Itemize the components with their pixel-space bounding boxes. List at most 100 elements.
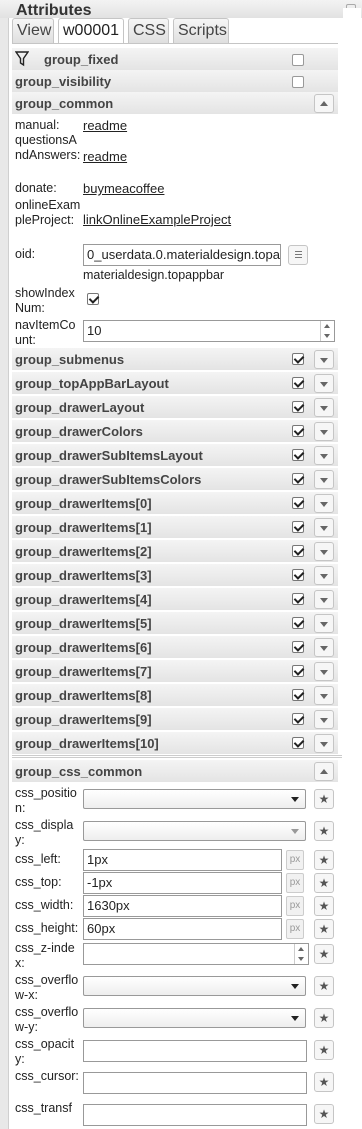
tab-view[interactable]: View: [12, 18, 54, 44]
expand-icon[interactable]: [314, 638, 334, 657]
css-width-input[interactable]: 1630px: [83, 895, 282, 917]
oid-input[interactable]: 0_userdata.0.materialdesign.topappbar: [83, 244, 281, 266]
subgroup-header[interactable]: group_submenus: [12, 348, 338, 370]
group-visibility-header[interactable]: group_visibility: [12, 70, 338, 92]
star-icon[interactable]: ★: [314, 1104, 334, 1124]
tab-css[interactable]: CSS: [128, 18, 169, 44]
subgroup-checkbox[interactable]: [292, 401, 304, 413]
navitem-input[interactable]: 10: [83, 320, 335, 342]
subgroup-checkbox[interactable]: [292, 545, 304, 557]
star-icon[interactable]: ★: [314, 821, 334, 841]
qa-link[interactable]: readme: [83, 149, 127, 164]
showindex-checkbox[interactable]: [87, 293, 99, 305]
unit-button[interactable]: px: [286, 850, 304, 870]
subgroup-header[interactable]: group_drawerLayout: [12, 396, 338, 418]
panel-scrollbar[interactable]: [343, 8, 361, 1129]
left-resize-bar[interactable]: [0, 0, 9, 1129]
css-display-select[interactable]: [83, 821, 306, 841]
star-icon[interactable]: ★: [314, 896, 334, 916]
subgroup-checkbox[interactable]: [292, 713, 304, 725]
css-top-input[interactable]: -1px: [83, 872, 282, 894]
css-height-input[interactable]: 60px: [83, 918, 282, 940]
expand-icon[interactable]: [314, 470, 334, 489]
group-fixed-header[interactable]: group_fixed: [12, 48, 338, 70]
subgroup-checkbox[interactable]: [292, 497, 304, 509]
expand-icon[interactable]: [314, 518, 334, 537]
collapse-icon[interactable]: [314, 94, 334, 113]
unit-button[interactable]: px: [286, 873, 304, 893]
css-opacity-input[interactable]: [83, 1040, 307, 1062]
subgroup-checkbox[interactable]: [292, 737, 304, 749]
subgroup-header[interactable]: group_drawerColors: [12, 420, 338, 442]
group-common-header[interactable]: group_common: [12, 92, 338, 114]
collapse-icon[interactable]: [314, 762, 334, 781]
subgroup-checkbox[interactable]: [292, 665, 304, 677]
group-fixed-checkbox[interactable]: [292, 54, 304, 66]
filter-icon[interactable]: [15, 51, 29, 67]
css-zindex-input[interactable]: [83, 943, 309, 965]
subgroup-checkbox[interactable]: [292, 617, 304, 629]
expand-icon[interactable]: [314, 422, 334, 441]
star-icon[interactable]: ★: [314, 919, 334, 939]
subgroup-checkbox[interactable]: [292, 425, 304, 437]
css-overflowy-select[interactable]: [83, 1008, 306, 1028]
css-overflowx-select[interactable]: [83, 976, 306, 996]
expand-icon[interactable]: [314, 374, 334, 393]
subgroup-checkbox[interactable]: [292, 569, 304, 581]
unit-button[interactable]: px: [286, 919, 304, 939]
manual-link[interactable]: readme: [83, 118, 127, 133]
group-css-common-header[interactable]: group_css_common: [12, 760, 338, 782]
subgroup-header[interactable]: group_topAppBarLayout: [12, 372, 338, 394]
expand-icon[interactable]: [314, 542, 334, 561]
expand-icon[interactable]: [314, 710, 334, 729]
spinner-icon[interactable]: [320, 321, 334, 341]
css-cursor-input[interactable]: [83, 1072, 307, 1094]
subgroup-header[interactable]: group_drawerItems[6]: [12, 636, 338, 658]
star-icon[interactable]: ★: [314, 944, 334, 964]
subgroup-checkbox[interactable]: [292, 641, 304, 653]
star-icon[interactable]: ★: [314, 1072, 334, 1092]
subgroup-header[interactable]: group_drawerItems[8]: [12, 684, 338, 706]
subgroup-header[interactable]: group_drawerItems[9]: [12, 708, 338, 730]
subgroup-checkbox[interactable]: [292, 353, 304, 365]
expand-icon[interactable]: [314, 686, 334, 705]
star-icon[interactable]: ★: [314, 873, 334, 893]
star-icon[interactable]: ★: [314, 1040, 334, 1060]
star-icon[interactable]: ★: [314, 850, 334, 870]
expand-icon[interactable]: [314, 494, 334, 513]
subgroup-checkbox[interactable]: [292, 449, 304, 461]
list-icon[interactable]: [288, 245, 308, 265]
subgroup-header[interactable]: group_drawerItems[10]: [12, 732, 338, 754]
donate-link[interactable]: buymeacoffee: [83, 181, 164, 196]
css-transform-input[interactable]: [83, 1104, 307, 1126]
subgroup-header[interactable]: group_drawerItems[3]: [12, 564, 338, 586]
subgroup-header[interactable]: group_drawerItems[7]: [12, 660, 338, 682]
expand-icon[interactable]: [314, 446, 334, 465]
subgroup-checkbox[interactable]: [292, 473, 304, 485]
unit-button[interactable]: px: [286, 896, 304, 916]
subgroup-header[interactable]: group_drawerItems[2]: [12, 540, 338, 562]
expand-icon[interactable]: [314, 590, 334, 609]
expand-icon[interactable]: [314, 662, 334, 681]
star-icon[interactable]: ★: [314, 1008, 334, 1028]
subgroup-header[interactable]: group_drawerItems[0]: [12, 492, 338, 514]
css-position-select[interactable]: [83, 789, 306, 809]
expand-icon[interactable]: [314, 566, 334, 585]
star-icon[interactable]: ★: [314, 789, 334, 809]
subgroup-header[interactable]: group_drawerItems[1]: [12, 516, 338, 538]
group-visibility-checkbox[interactable]: [292, 76, 304, 88]
spinner-icon[interactable]: [294, 944, 308, 964]
expand-icon[interactable]: [314, 734, 334, 753]
subgroup-checkbox[interactable]: [292, 377, 304, 389]
subgroup-checkbox[interactable]: [292, 521, 304, 533]
subgroup-header[interactable]: group_drawerItems[5]: [12, 612, 338, 634]
expand-icon[interactable]: [314, 350, 334, 369]
subgroup-checkbox[interactable]: [292, 593, 304, 605]
example-link[interactable]: linkOnlineExampleProject: [83, 212, 231, 227]
css-left-input[interactable]: 1px: [83, 849, 282, 871]
expand-icon[interactable]: [314, 614, 334, 633]
subgroup-header[interactable]: group_drawerItems[4]: [12, 588, 338, 610]
star-icon[interactable]: ★: [314, 976, 334, 996]
tab-scripts[interactable]: Scripts: [173, 18, 229, 44]
expand-icon[interactable]: [314, 398, 334, 417]
